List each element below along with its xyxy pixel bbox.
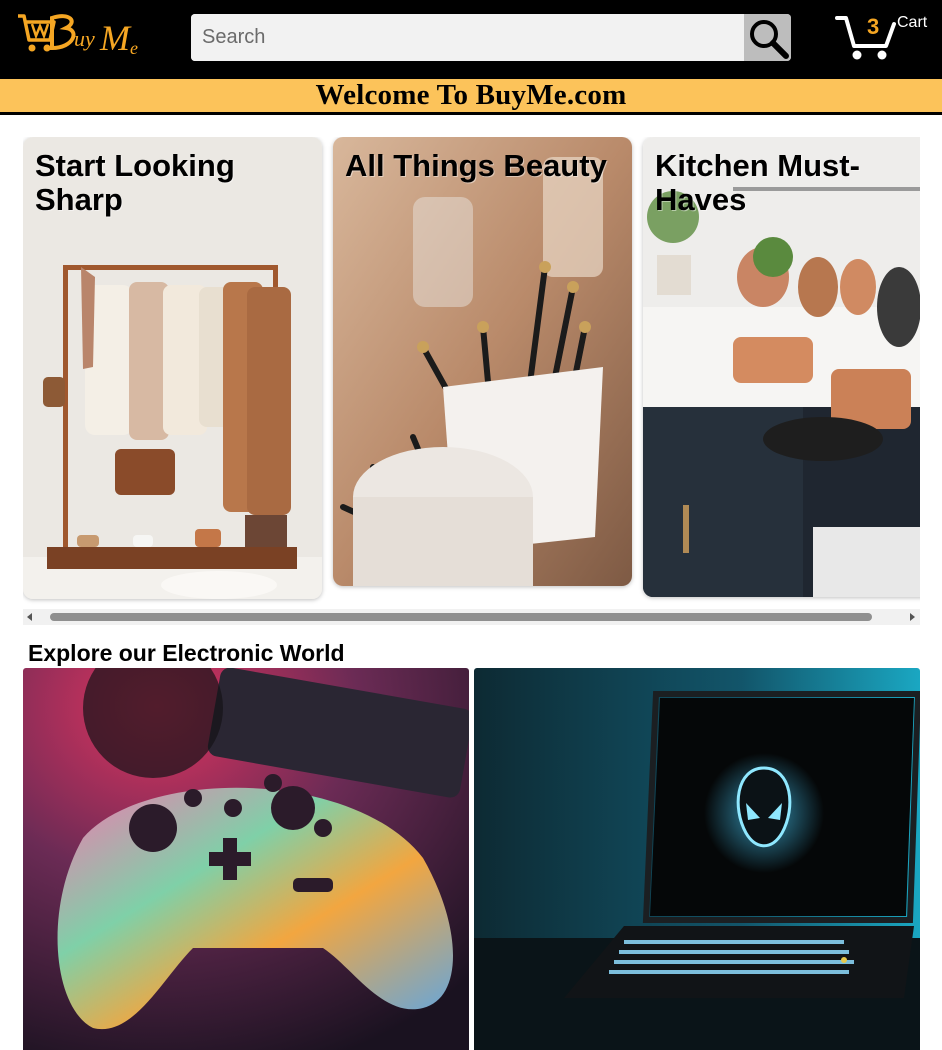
welcome-banner: Welcome To BuyMe.com <box>0 79 942 115</box>
carousel-scrollbar[interactable] <box>23 609 920 625</box>
cart-button[interactable]: 3 Cart <box>834 10 934 66</box>
electronics-section-title: Explore our Electronic World <box>28 640 345 666</box>
search-bar <box>191 14 791 61</box>
search-input[interactable] <box>191 14 744 61</box>
search-button[interactable] <box>744 14 791 61</box>
makeup-brushes-photo <box>333 137 632 586</box>
cart-icon <box>835 16 896 60</box>
category-carousel: Start Looking Sharp All Things Beauty Ki… <box>23 137 920 605</box>
svg-text:e: e <box>130 38 138 58</box>
svg-text:M: M <box>99 18 132 58</box>
scroll-right-arrow-icon[interactable] <box>910 613 915 621</box>
scrollbar-thumb[interactable] <box>50 613 872 621</box>
buyme-logo[interactable]: uy M e <box>16 10 146 62</box>
magnifier-icon <box>749 19 789 59</box>
electronics-tile-controller[interactable] <box>23 668 469 1050</box>
category-title: Start Looking Sharp <box>35 148 235 217</box>
site-header: uy M e 3 Cart <box>0 0 942 79</box>
category-card-kitchen[interactable]: Kitchen Must-Haves <box>643 137 920 597</box>
welcome-text: Welcome To BuyMe.com <box>315 79 627 111</box>
svg-text:uy: uy <box>74 26 95 51</box>
gaming-laptop-photo <box>474 668 920 1050</box>
scroll-left-arrow-icon[interactable] <box>27 613 32 621</box>
cart-label: Cart <box>897 14 928 31</box>
game-controller-photo <box>23 668 469 1050</box>
cart-logo-icon: uy M e <box>18 14 138 58</box>
category-card-beauty[interactable]: All Things Beauty <box>333 137 632 586</box>
category-title: Kitchen Must-Haves <box>655 148 860 217</box>
cart-count-badge: 3 <box>867 14 880 39</box>
category-card-clothing[interactable]: Start Looking Sharp <box>23 137 322 599</box>
category-title: All Things Beauty <box>345 148 607 183</box>
electronics-tile-laptop[interactable] <box>474 668 920 1050</box>
